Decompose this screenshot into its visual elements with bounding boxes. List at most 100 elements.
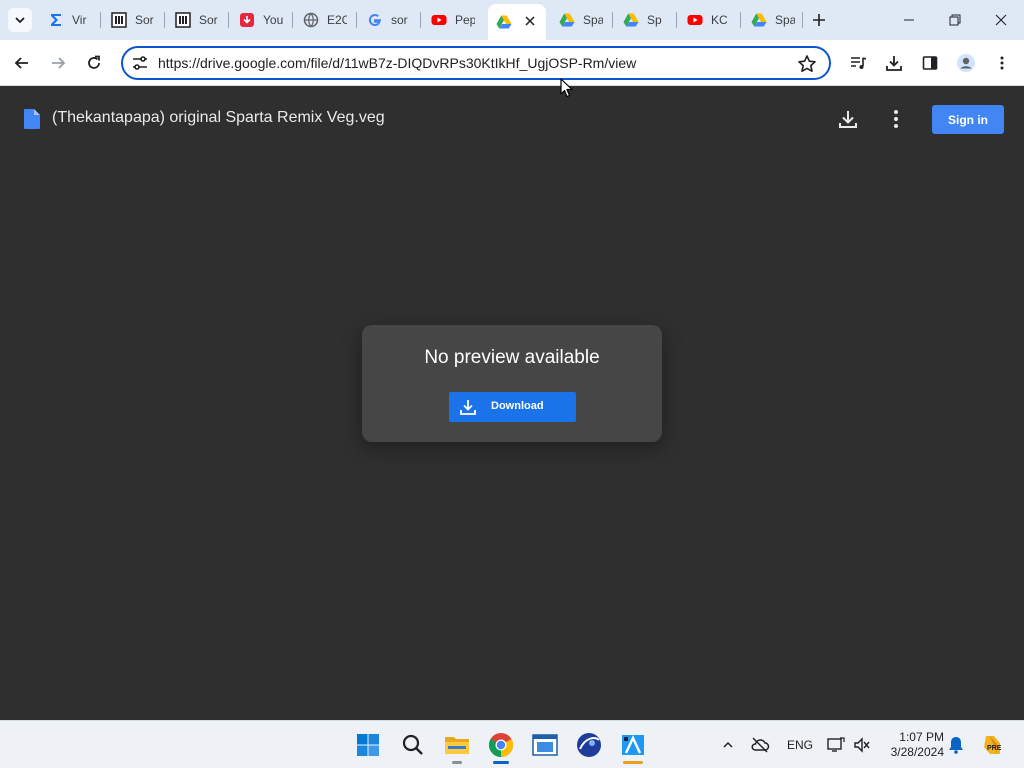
taskbar-search-button[interactable] bbox=[397, 729, 429, 761]
tab-7[interactable]: Pep bbox=[423, 6, 483, 34]
tab-divider bbox=[802, 12, 803, 28]
google-icon bbox=[367, 12, 383, 28]
download-button[interactable]: Download bbox=[449, 392, 576, 422]
download-button-label: Download bbox=[491, 400, 544, 412]
running-indicator bbox=[452, 761, 462, 764]
tab-title: KC bbox=[711, 13, 728, 27]
tab-title: Sor bbox=[135, 13, 154, 27]
reload-button[interactable] bbox=[80, 49, 108, 77]
network-button[interactable] bbox=[826, 735, 846, 755]
tab-search-button[interactable] bbox=[8, 8, 32, 32]
tab-title: Pep bbox=[455, 13, 475, 27]
avatar-icon bbox=[957, 54, 975, 72]
new-tab-button[interactable] bbox=[809, 10, 829, 30]
site-settings-icon[interactable] bbox=[131, 54, 149, 72]
windows-logo-icon bbox=[357, 734, 379, 756]
close-tab-icon[interactable] bbox=[522, 13, 538, 29]
window-app-icon bbox=[532, 734, 558, 756]
archive-icon bbox=[111, 12, 127, 28]
tab-3[interactable]: Sor bbox=[167, 6, 227, 34]
reload-icon bbox=[88, 55, 100, 69]
kdenlive-button[interactable] bbox=[617, 729, 649, 764]
address-bar[interactable]: https://drive.google.com/file/d/11wB7z-D… bbox=[121, 46, 831, 80]
document-file-icon bbox=[24, 109, 40, 129]
tab-6[interactable]: sor bbox=[359, 6, 419, 34]
input-language[interactable]: ENG bbox=[787, 738, 813, 752]
onedrive-status-button[interactable] bbox=[750, 735, 770, 755]
tab-5[interactable]: E2C bbox=[295, 6, 355, 34]
google-drive-icon bbox=[559, 12, 575, 28]
minimize-button[interactable] bbox=[886, 0, 932, 40]
chrome-menu-button[interactable] bbox=[988, 49, 1016, 77]
arrow-left-icon bbox=[14, 57, 28, 69]
drive-file-viewer: (Thekantapapa) original Sparta Remix Veg… bbox=[0, 87, 1024, 720]
archive-icon bbox=[175, 12, 191, 28]
minimize-icon bbox=[904, 19, 914, 21]
tab-2[interactable]: Sor bbox=[103, 6, 163, 34]
tab-title: E2C bbox=[327, 13, 347, 27]
chrome-taskbar-button[interactable] bbox=[485, 729, 517, 764]
globe-icon bbox=[303, 12, 319, 28]
folder-icon bbox=[445, 737, 469, 754]
side-panel-button[interactable] bbox=[916, 49, 944, 77]
speaker-muted-icon bbox=[854, 737, 870, 753]
tab-active[interactable] bbox=[488, 4, 546, 40]
close-window-button[interactable] bbox=[978, 0, 1024, 40]
tab-title: Sor bbox=[199, 13, 218, 27]
pre-badge: PRE bbox=[987, 745, 1002, 752]
bell-icon bbox=[949, 737, 963, 754]
tab-title: Spa bbox=[775, 13, 795, 27]
url-text[interactable]: https://drive.google.com/file/d/11wB7z-D… bbox=[158, 55, 636, 71]
copilot-button[interactable]: PRE bbox=[980, 733, 1004, 757]
tab-title: Spa bbox=[583, 13, 603, 27]
tab-divider bbox=[228, 12, 229, 28]
chevron-down-icon bbox=[15, 17, 25, 24]
windows-taskbar: ENG 1:07 PM 3/28/2024 PRE bbox=[0, 720, 1024, 768]
sign-in-button[interactable]: Sign in bbox=[932, 105, 1004, 134]
media-controls-button[interactable] bbox=[844, 49, 872, 77]
no-preview-card: No preview available Download bbox=[362, 325, 662, 442]
tab-divider bbox=[612, 12, 613, 28]
notifications-button[interactable] bbox=[946, 735, 966, 755]
file-explorer-button[interactable] bbox=[441, 729, 473, 764]
tab-10[interactable]: Sp bbox=[615, 6, 675, 34]
file-title: (Thekantapapa) original Sparta Remix Veg… bbox=[52, 109, 385, 126]
chrome-icon bbox=[488, 733, 514, 757]
tab-11[interactable]: KC bbox=[679, 6, 739, 34]
tab-divider bbox=[292, 12, 293, 28]
download-icon[interactable] bbox=[836, 107, 860, 131]
system-clock[interactable]: 1:07 PM 3/28/2024 bbox=[880, 730, 944, 760]
no-preview-message: No preview available bbox=[424, 347, 600, 368]
window-app-button[interactable] bbox=[529, 729, 561, 761]
tab-divider bbox=[100, 12, 101, 28]
bookmark-star-icon[interactable] bbox=[797, 54, 817, 74]
tab-divider bbox=[676, 12, 677, 28]
google-drive-icon bbox=[496, 14, 512, 30]
tab-12[interactable]: Spa bbox=[743, 6, 803, 34]
start-button[interactable] bbox=[352, 729, 384, 761]
tab-strip: Vir Sor Sor You E2C sor Pep Spa Sp KC Sp… bbox=[0, 0, 1024, 40]
sphere-app-button[interactable] bbox=[573, 729, 605, 761]
sphere-app-icon bbox=[577, 733, 601, 757]
restore-icon bbox=[949, 14, 961, 26]
google-drive-icon bbox=[623, 12, 639, 28]
tab-9[interactable]: Spa bbox=[551, 6, 611, 34]
restore-button[interactable] bbox=[932, 0, 978, 40]
side-panel-icon bbox=[922, 56, 938, 70]
running-indicator bbox=[623, 761, 643, 764]
forward-button[interactable] bbox=[44, 49, 72, 77]
back-button[interactable] bbox=[8, 49, 36, 77]
show-hidden-icons-button[interactable] bbox=[718, 735, 738, 755]
tab-divider bbox=[356, 12, 357, 28]
tab-title: You bbox=[263, 13, 283, 27]
tab-4[interactable]: You bbox=[231, 6, 291, 34]
more-vert-icon[interactable] bbox=[884, 107, 908, 131]
browser-toolbar: https://drive.google.com/file/d/11wB7z-D… bbox=[0, 40, 1024, 86]
profile-button[interactable] bbox=[952, 49, 980, 77]
kdenlive-icon bbox=[622, 735, 644, 755]
tab-1[interactable]: Vir bbox=[40, 6, 100, 34]
google-drive-icon bbox=[751, 12, 767, 28]
downloads-button[interactable] bbox=[880, 49, 908, 77]
volume-button[interactable] bbox=[852, 735, 872, 755]
clock-time: 1:07 PM bbox=[899, 730, 944, 744]
